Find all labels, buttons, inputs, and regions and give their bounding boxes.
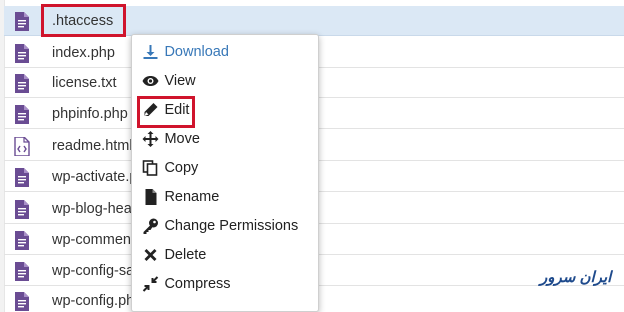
close-icon — [144, 248, 157, 261]
edit-highlight-box — [137, 96, 195, 128]
file-name: wp-activate.p — [52, 169, 138, 185]
menu-label: Change Permissions — [164, 217, 299, 234]
menu-label: Rename — [164, 188, 220, 205]
file-text-icon — [15, 168, 29, 187]
menu-label: Delete — [164, 246, 207, 263]
copy-icon — [142, 159, 158, 176]
menu-item-download[interactable]: Download — [142, 43, 229, 65]
file-icon — [145, 188, 157, 205]
menu-item-compress[interactable]: Compress — [142, 275, 231, 297]
context-menu: Download View Edit Move Copy Rename Chan… — [131, 34, 319, 312]
file-name: phpinfo.php — [52, 106, 128, 122]
file-text-icon — [15, 44, 29, 63]
htaccess-highlight-box — [41, 4, 126, 37]
file-text-icon — [15, 262, 29, 281]
menu-label: Compress — [164, 275, 231, 292]
file-name: wp-blog-hea — [52, 201, 132, 217]
file-text-icon — [15, 231, 29, 250]
key-icon — [143, 218, 158, 234]
menu-item-copy[interactable]: Copy — [142, 159, 198, 181]
file-text-icon — [15, 105, 29, 124]
watermark-logo: ایران سرور — [540, 269, 612, 286]
menu-item-move[interactable]: Move — [142, 130, 200, 152]
file-text-icon — [15, 200, 29, 219]
file-name: wp-config.ph — [52, 293, 135, 309]
file-name: wp-commen — [52, 232, 131, 248]
file-name: readme.html — [52, 138, 133, 154]
menu-label: View — [164, 72, 196, 89]
file-text-icon — [15, 12, 29, 31]
file-code-icon — [14, 137, 30, 156]
menu-label: Copy — [164, 159, 199, 176]
file-name: wp-config-sa — [52, 263, 135, 279]
menu-item-delete[interactable]: Delete — [142, 246, 206, 268]
menu-item-change-permissions[interactable]: Change Permissions — [142, 217, 298, 239]
move-arrows-icon — [142, 130, 159, 147]
download-icon — [143, 44, 158, 59]
menu-label: Download — [164, 43, 229, 60]
file-name: license.txt — [52, 75, 117, 91]
file-text-icon — [15, 74, 29, 93]
menu-label: Move — [164, 130, 200, 147]
menu-item-rename[interactable]: Rename — [142, 188, 219, 210]
menu-item-view[interactable]: View — [142, 72, 196, 94]
file-name: index.php — [52, 45, 115, 61]
compress-icon — [142, 276, 159, 292]
file-text-icon — [15, 292, 29, 311]
eye-icon — [142, 75, 159, 86]
